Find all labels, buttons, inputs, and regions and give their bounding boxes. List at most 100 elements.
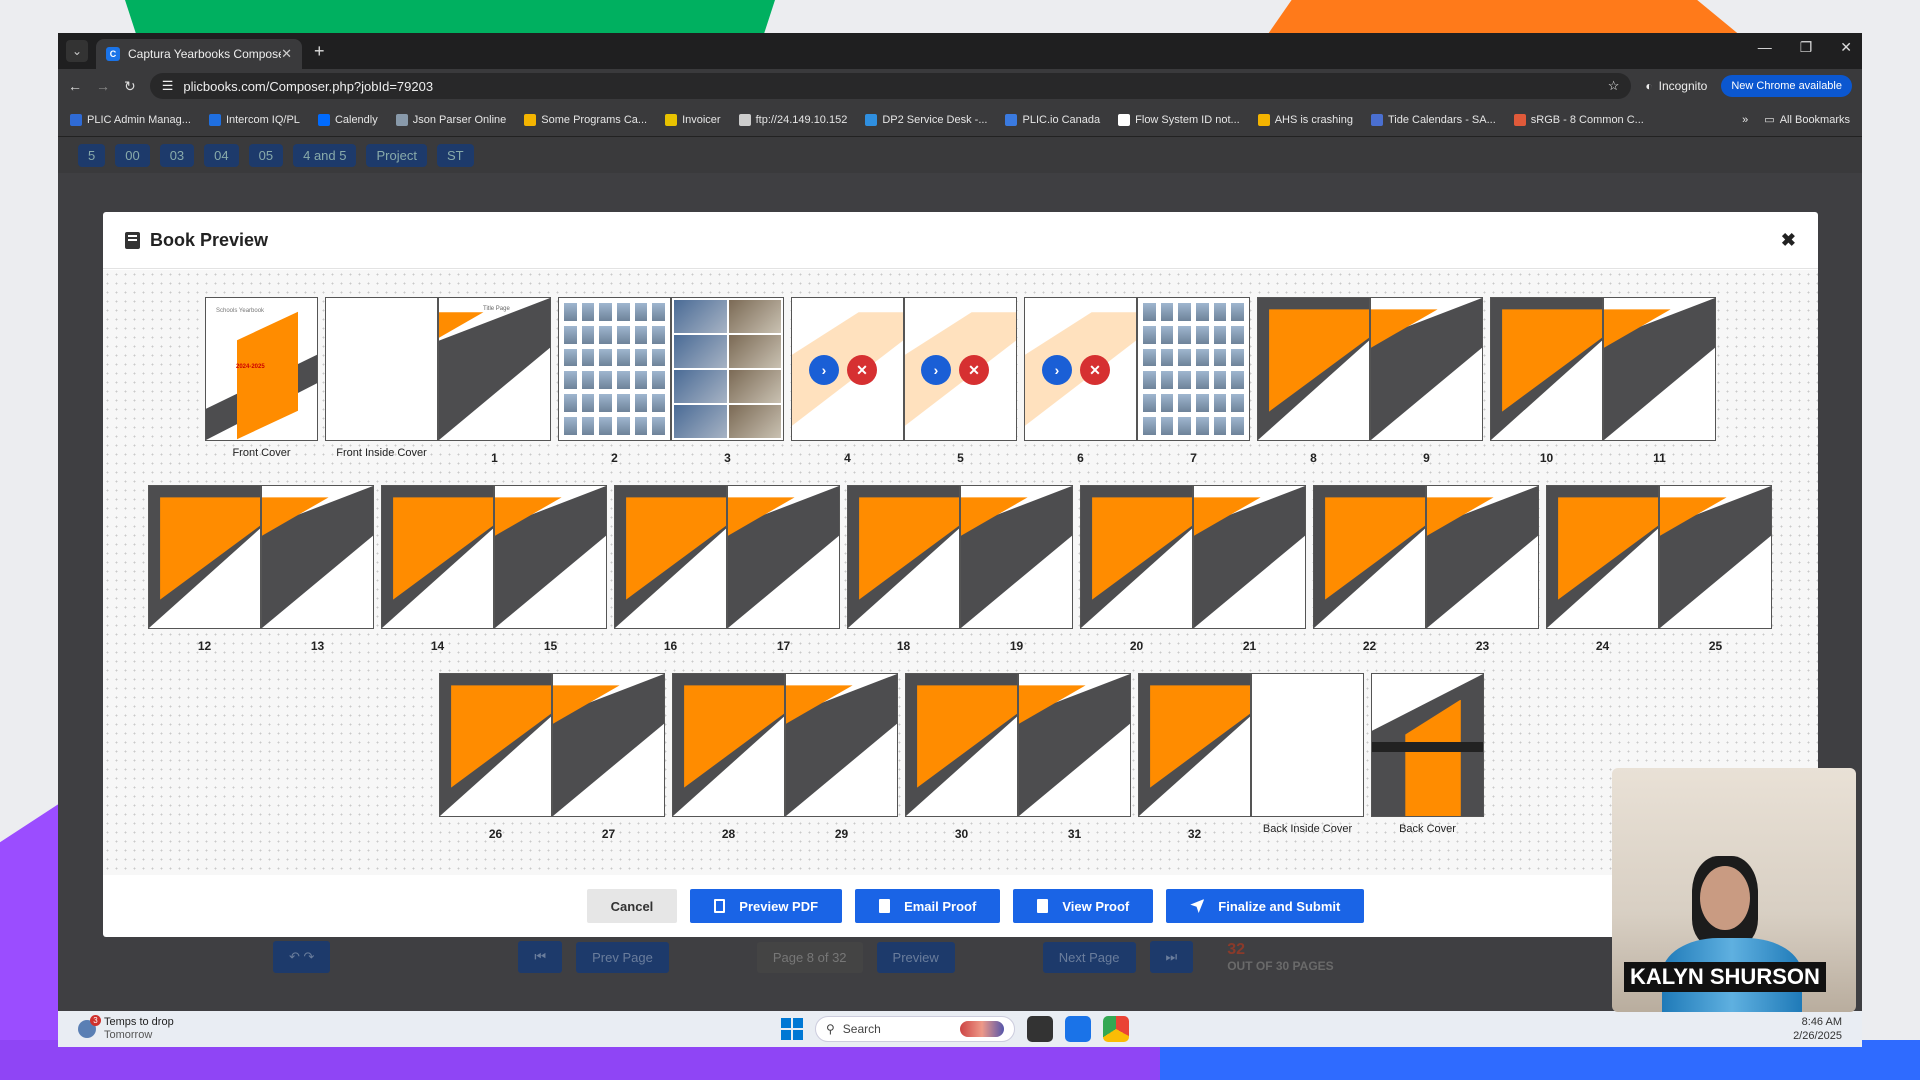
delete-page-icon[interactable]: ✕ — [1080, 355, 1110, 385]
template-page-thumbnail[interactable] — [1313, 485, 1426, 629]
front-cover-thumbnail[interactable]: Schools Yearbook 2024-2025 — [205, 297, 318, 441]
template-page-thumbnail[interactable] — [1018, 673, 1131, 817]
restore-icon[interactable]: ❐ — [1800, 39, 1813, 56]
blank-page-thumbnail[interactable] — [1251, 673, 1364, 817]
back-icon[interactable]: ← — [68, 78, 82, 94]
preview-pdf-button[interactable]: Preview PDF — [690, 889, 843, 923]
go-to-page-icon[interactable]: › — [921, 355, 951, 385]
go-to-page-icon[interactable]: › — [1042, 355, 1072, 385]
app-section-tab[interactable]: 00 — [115, 143, 150, 167]
template-page-thumbnail[interactable] — [1138, 673, 1251, 817]
template-page-thumbnail[interactable] — [1659, 485, 1772, 629]
bookmark-item[interactable]: PLIC Admin Manag... — [70, 113, 191, 126]
all-bookmarks-button[interactable]: ▭ All Bookmarks — [1764, 113, 1850, 127]
app-section-tab[interactable]: 5 — [78, 143, 106, 167]
cover-title-text: Schools Yearbook — [216, 308, 265, 314]
page-spread — [1313, 485, 1539, 629]
minimize-icon[interactable]: — — [1758, 39, 1772, 56]
preview-button[interactable]: Preview — [876, 941, 955, 973]
blank-page-thumbnail[interactable] — [325, 297, 438, 441]
more-bookmarks-icon[interactable]: » — [1742, 114, 1748, 126]
windows-start-icon[interactable] — [781, 1018, 803, 1040]
template-page-thumbnail[interactable] — [261, 485, 374, 629]
template-page-thumbnail[interactable] — [1490, 297, 1603, 441]
template-page-thumbnail[interactable] — [1370, 297, 1483, 441]
template-page-thumbnail[interactable] — [1426, 485, 1539, 629]
new-tab-button[interactable]: + — [314, 41, 325, 62]
template-page-thumbnail[interactable] — [847, 485, 960, 629]
reload-icon[interactable]: ↻ — [124, 78, 136, 95]
go-to-page-icon[interactable]: › — [809, 355, 839, 385]
template-page-thumbnail[interactable] — [439, 673, 552, 817]
template-page-thumbnail[interactable] — [960, 485, 1073, 629]
bookmark-item[interactable]: ftp://24.149.10.152 — [738, 113, 847, 126]
prev-page-button[interactable]: Prev Page — [576, 941, 669, 973]
bookmark-star-icon[interactable]: ☆ — [1608, 78, 1620, 94]
undo-button[interactable]: ↶ ↷ — [273, 941, 331, 973]
app-section-tab[interactable]: 03 — [159, 143, 195, 167]
template-page-thumbnail[interactable] — [552, 673, 665, 817]
back-cover-thumbnail[interactable] — [1371, 673, 1484, 817]
close-window-icon[interactable]: ✕ — [1840, 39, 1852, 56]
bookmark-item[interactable]: Calendly — [317, 113, 378, 126]
template-page-thumbnail[interactable] — [381, 485, 494, 629]
template-page-thumbnail[interactable] — [905, 673, 1018, 817]
bookmark-item[interactable]: sRGB - 8 Common C... — [1513, 113, 1644, 126]
bookmark-item[interactable]: Invoicer — [665, 113, 721, 126]
bookmark-item[interactable]: Some Programs Ca... — [524, 113, 647, 126]
last-page-button[interactable]: ⏭ — [1149, 941, 1194, 973]
template-page-thumbnail[interactable] — [1080, 485, 1193, 629]
tab-search-icon[interactable]: ⌄ — [66, 40, 88, 62]
template-page-thumbnail[interactable] — [785, 673, 898, 817]
view-proof-button[interactable]: View Proof — [1013, 889, 1154, 923]
email-proof-button[interactable]: Email Proof — [855, 889, 1001, 923]
page-number-label: 17 — [776, 639, 791, 653]
portrait-page-thumbnail[interactable] — [558, 297, 671, 441]
template-page-thumbnail[interactable] — [1193, 485, 1306, 629]
site-info-icon[interactable]: ☰ — [162, 78, 174, 94]
app-section-tab[interactable]: Project — [366, 143, 427, 167]
delete-page-icon[interactable]: ✕ — [959, 355, 989, 385]
bookmark-item[interactable]: Tide Calendars - SA... — [1370, 113, 1496, 126]
bookmark-item[interactable]: Intercom IQ/PL — [208, 113, 300, 126]
template-page-thumbnail[interactable] — [494, 485, 607, 629]
captura-app-icon[interactable] — [1065, 1016, 1091, 1042]
app-section-tab[interactable]: 4 and 5 — [293, 143, 357, 167]
url-field[interactable]: ☰ plicbooks.com/Composer.php?jobId=79203… — [149, 73, 1632, 99]
forward-icon[interactable]: → — [96, 78, 110, 94]
taskbar-search[interactable]: ⚲ Search — [815, 1016, 1015, 1042]
title-page-thumbnail[interactable]: Title Page — [438, 297, 551, 441]
weather-widget[interactable]: 3 Temps to drop Tomorrow — [78, 1015, 174, 1042]
new-chrome-button[interactable]: New Chrome available — [1721, 75, 1852, 97]
bookmark-item[interactable]: Json Parser Online — [395, 113, 506, 126]
template-page-thumbnail[interactable] — [1546, 485, 1659, 629]
template-page-thumbnail[interactable] — [1603, 297, 1716, 441]
bookmark-item[interactable]: DP2 Service Desk -... — [865, 113, 987, 126]
bookmark-item[interactable]: Flow System ID not... — [1118, 113, 1240, 126]
cancel-button[interactable]: Cancel — [586, 889, 678, 923]
template-page-thumbnail[interactable] — [727, 485, 840, 629]
next-page-button[interactable]: Next Page — [1042, 941, 1136, 973]
modal-close-button[interactable]: ✖ — [1781, 230, 1796, 251]
template-page-thumbnail[interactable] — [614, 485, 727, 629]
template-page-thumbnail[interactable] — [672, 673, 785, 817]
task-view-icon[interactable] — [1027, 1016, 1053, 1042]
app-section-tab[interactable]: 05 — [248, 143, 284, 167]
template-page-thumbnail[interactable] — [148, 485, 261, 629]
finalize-submit-button[interactable]: Finalize and Submit — [1166, 889, 1365, 923]
bookmark-item[interactable]: AHS is crashing — [1257, 113, 1353, 126]
page-field[interactable]: Page 8 of 32 — [756, 941, 863, 973]
active-tab[interactable]: C Captura Yearbooks Composer ✕ — [96, 39, 302, 69]
tab-close-icon[interactable]: ✕ — [281, 46, 292, 62]
template-page-thumbnail[interactable] — [1257, 297, 1370, 441]
first-page-button[interactable]: ⏮ — [518, 941, 563, 973]
delete-page-icon[interactable]: ✕ — [847, 355, 877, 385]
photo-collage-thumbnail[interactable] — [671, 297, 784, 441]
chrome-icon[interactable] — [1103, 1016, 1129, 1042]
app-section-tab[interactable]: ST — [436, 143, 474, 167]
incognito-indicator[interactable]: ◐ Incognito — [1645, 79, 1707, 93]
app-section-tab[interactable]: 04 — [204, 143, 239, 167]
bookmark-item[interactable]: PLIC.io Canada — [1005, 113, 1100, 126]
system-clock[interactable]: 8:46 AM 2/26/2025 — [1793, 1015, 1842, 1044]
portrait-page-thumbnail[interactable] — [1137, 297, 1250, 441]
